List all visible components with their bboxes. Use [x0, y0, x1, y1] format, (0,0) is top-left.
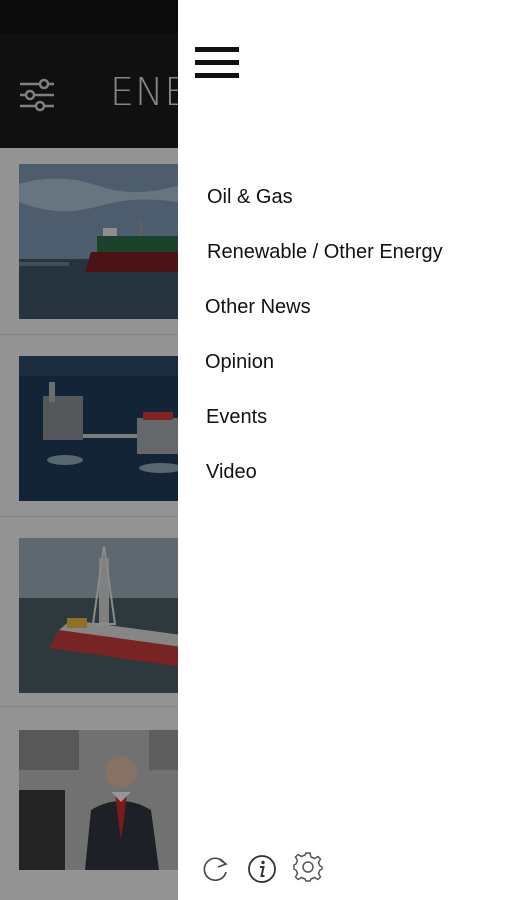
menu-item-other-news[interactable]: Other News — [205, 296, 311, 319]
refresh-icon[interactable] — [198, 852, 232, 886]
info-icon[interactable] — [245, 852, 279, 886]
menu-item-video[interactable]: Video — [206, 461, 257, 484]
navigation-drawer: Oil & Gas Renewable / Other Energy Other… — [178, 0, 506, 900]
menu-item-renewable-other-energy[interactable]: Renewable / Other Energy — [207, 241, 443, 264]
menu-item-opinion[interactable]: Opinion — [205, 351, 274, 374]
menu-item-oil-gas[interactable]: Oil & Gas — [207, 186, 293, 209]
settings-icon[interactable] — [291, 850, 325, 884]
hamburger-menu-icon[interactable] — [195, 47, 239, 79]
menu-item-events[interactable]: Events — [206, 406, 267, 429]
app-screen: ENERGY — [0, 0, 506, 900]
